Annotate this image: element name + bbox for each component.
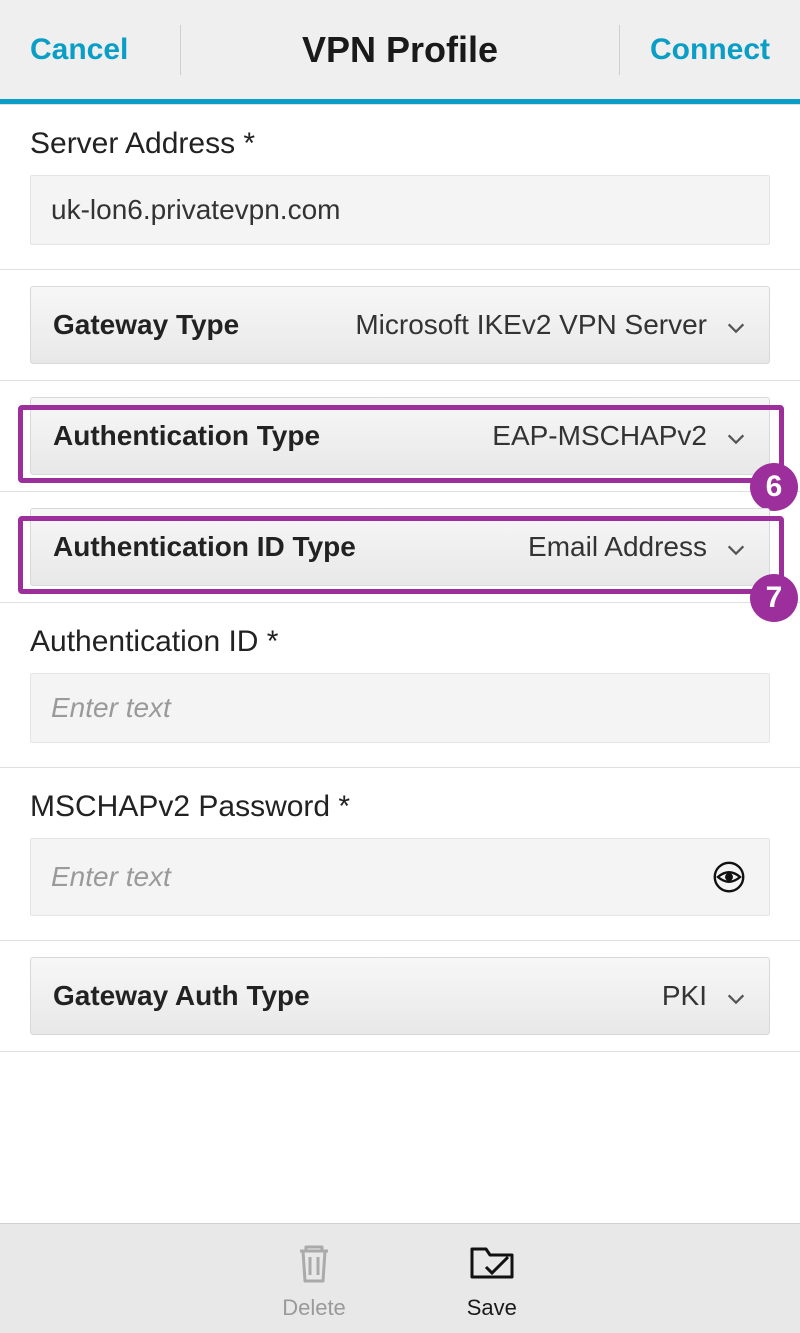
gateway-type-dropdown[interactable]: Gateway Type Microsoft IKEv2 VPN Server (30, 286, 770, 364)
delete-label: Delete (282, 1295, 346, 1321)
mschap-password-group: MSCHAPv2 Password * Enter text (0, 768, 800, 941)
auth-type-group: Authentication Type EAP-MSCHAPv2 6 (0, 397, 800, 492)
auth-id-label: Authentication ID * (0, 603, 800, 673)
gateway-auth-type-dropdown[interactable]: Gateway Auth Type PKI (30, 957, 770, 1035)
header: Cancel VPN Profile Connect (0, 0, 800, 104)
auth-type-value: EAP-MSCHAPv2 (492, 420, 707, 452)
mschap-password-placeholder: Enter text (51, 861, 171, 893)
trash-icon (288, 1237, 340, 1291)
gateway-type-value: Microsoft IKEv2 VPN Server (355, 309, 707, 341)
gateway-type-group: Gateway Type Microsoft IKEv2 VPN Server (0, 286, 800, 381)
chevron-down-icon (725, 985, 747, 1007)
save-button[interactable]: Save (466, 1237, 518, 1321)
auth-id-type-group: Authentication ID Type Email Address 7 (0, 508, 800, 603)
mschap-password-input[interactable]: Enter text (30, 838, 770, 916)
save-label: Save (467, 1295, 517, 1321)
auth-type-label: Authentication Type (53, 420, 320, 452)
auth-id-input[interactable]: Enter text (30, 673, 770, 743)
gateway-auth-type-value: PKI (662, 980, 707, 1012)
save-folder-icon (466, 1237, 518, 1291)
form-content: Server Address * uk-lon6.privatevpn.com … (0, 104, 800, 1223)
chevron-down-icon (725, 536, 747, 558)
gateway-auth-type-label: Gateway Auth Type (53, 980, 310, 1012)
connect-button[interactable]: Connect (620, 33, 800, 67)
cancel-button[interactable]: Cancel (0, 33, 180, 67)
delete-button[interactable]: Delete (282, 1237, 346, 1321)
auth-id-type-value: Email Address (528, 531, 707, 563)
chevron-down-icon (725, 425, 747, 447)
auth-id-type-label: Authentication ID Type (53, 531, 356, 563)
auth-id-type-dropdown[interactable]: Authentication ID Type Email Address (30, 508, 770, 586)
bottom-toolbar: Delete Save (0, 1223, 800, 1333)
server-address-group: Server Address * uk-lon6.privatevpn.com (0, 105, 800, 270)
auth-type-dropdown[interactable]: Authentication Type EAP-MSCHAPv2 (30, 397, 770, 475)
auth-id-group: Authentication ID * Enter text (0, 603, 800, 768)
server-address-label: Server Address * (0, 105, 800, 175)
gateway-auth-type-group: Gateway Auth Type PKI (0, 957, 800, 1052)
server-address-value: uk-lon6.privatevpn.com (51, 194, 340, 226)
gateway-type-label: Gateway Type (53, 309, 239, 341)
mschap-password-label: MSCHAPv2 Password * (0, 768, 800, 838)
page-title: VPN Profile (181, 29, 619, 71)
chevron-down-icon (725, 314, 747, 336)
server-address-input[interactable]: uk-lon6.privatevpn.com (30, 175, 770, 245)
show-password-icon[interactable] (709, 857, 749, 897)
auth-id-placeholder: Enter text (51, 692, 171, 724)
